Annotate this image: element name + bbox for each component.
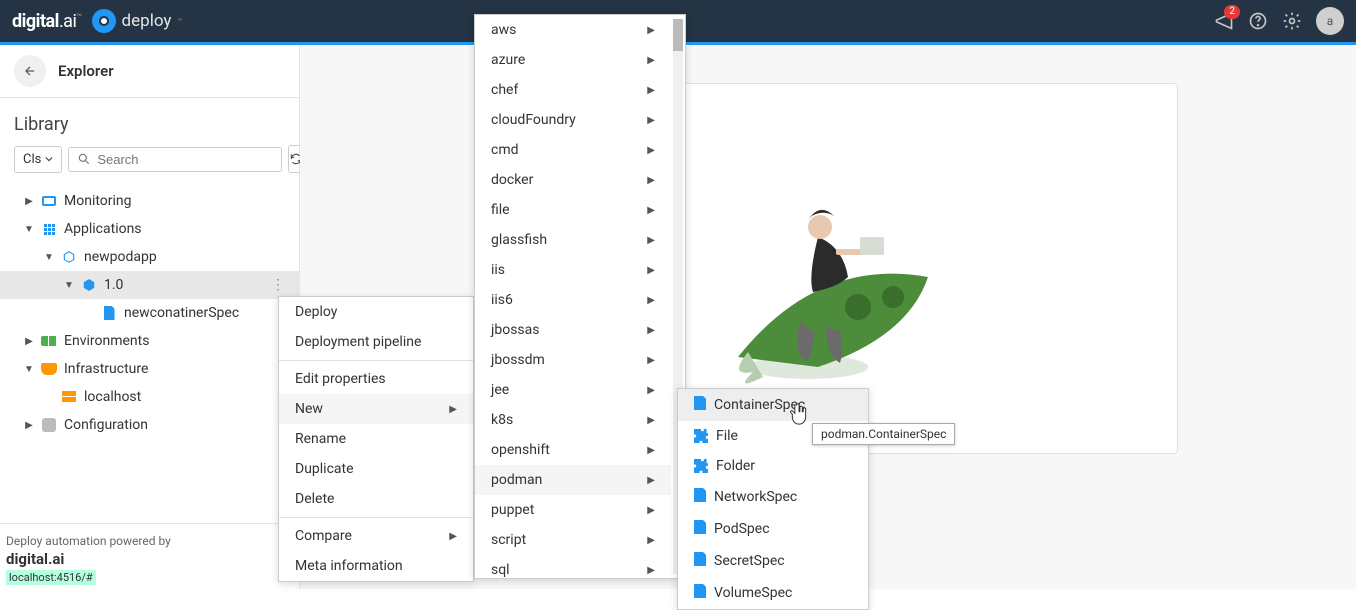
search-input[interactable] — [97, 152, 273, 167]
ctx-cat-aws[interactable]: aws▶ — [475, 15, 671, 45]
tree-node-containerspec[interactable]: newconatinerSpec — [0, 299, 299, 327]
header-right: 2 a — [1214, 7, 1344, 35]
help-icon[interactable] — [1248, 11, 1268, 31]
search-icon — [77, 152, 91, 166]
infrastructure-icon — [41, 363, 57, 375]
ctx-type-folder[interactable]: Folder — [678, 451, 868, 481]
ctx-rename[interactable]: Rename — [279, 424, 473, 454]
ctx-cat-sql[interactable]: sql▶ — [475, 555, 671, 579]
tree-node-newpodapp[interactable]: ▼ newpodapp — [0, 243, 299, 271]
tree-node-version[interactable]: ▼ 1.0 ⋮ — [0, 271, 299, 299]
header-left: digital.ai™ deploy™ — [12, 9, 182, 33]
ctx-type-secretspec[interactable]: SecretSpec — [678, 545, 868, 577]
back-button[interactable] — [14, 55, 46, 87]
search-box[interactable] — [68, 147, 282, 172]
ctx-duplicate[interactable]: Duplicate — [279, 454, 473, 484]
puzzle-icon — [694, 429, 708, 443]
ctx-delete[interactable]: Delete — [279, 484, 473, 514]
ctx-pipeline[interactable]: Deployment pipeline — [279, 327, 473, 357]
monitor-icon — [42, 196, 56, 206]
footer-brand: digital.ai — [6, 550, 293, 568]
ctx-cat-docker[interactable]: docker▶ — [475, 165, 671, 195]
more-menu-icon[interactable]: ⋮ — [271, 277, 291, 293]
ctx-type-containerspec[interactable]: ContainerSpec — [678, 389, 868, 421]
ctx-type-podspec[interactable]: PodSpec — [678, 513, 868, 545]
ctx-type-volumespec[interactable]: VolumeSpec — [678, 577, 868, 609]
brand-suffix: .ai — [59, 11, 76, 32]
tree-node-infrastructure[interactable]: ▼ Infrastructure — [0, 355, 299, 383]
ctx-cat-podman[interactable]: podman▶ — [475, 465, 671, 495]
deploy-label: deploy — [122, 11, 172, 31]
file-icon — [694, 552, 706, 570]
settings-icon[interactable] — [1282, 11, 1302, 31]
ctx-cat-script[interactable]: script▶ — [475, 525, 671, 555]
ctx-compare[interactable]: Compare▶ — [279, 521, 473, 551]
ctx-edit[interactable]: Edit properties — [279, 364, 473, 394]
scrollbar-thumb[interactable] — [673, 19, 683, 51]
ctx-cat-iis[interactable]: iis▶ — [475, 255, 671, 285]
ctx-cat-jee[interactable]: jee▶ — [475, 375, 671, 405]
sidebar: Explorer Library Cls ▶ Monitoring ▼ — [0, 45, 300, 589]
context-menu-types: ContainerSpecFileFolderNetworkSpecPodSpe… — [677, 388, 869, 610]
environments-icon — [41, 336, 57, 346]
deploy-logo: deploy™ — [92, 9, 183, 33]
ctx-cat-azure[interactable]: azure▶ — [475, 45, 671, 75]
file-icon — [694, 520, 706, 538]
ctx-cat-file[interactable]: file▶ — [475, 195, 671, 225]
status-url: localhost:4516/# — [6, 570, 96, 585]
ctx-cat-puppet[interactable]: puppet▶ — [475, 495, 671, 525]
host-icon — [62, 391, 76, 403]
notif-badge: 2 — [1224, 5, 1240, 19]
library-heading: Library — [0, 98, 299, 145]
tooltip: podman.ContainerSpec — [812, 423, 955, 445]
file-icon — [104, 306, 115, 320]
ctx-cat-openshift[interactable]: openshift▶ — [475, 435, 671, 465]
announcements-icon[interactable]: 2 — [1214, 11, 1234, 31]
ctx-cat-k8s[interactable]: k8s▶ — [475, 405, 671, 435]
tree-node-applications[interactable]: ▼ Applications — [0, 215, 299, 243]
chevron-down-icon — [45, 155, 53, 163]
user-avatar[interactable]: a — [1316, 7, 1344, 35]
ctx-cat-jbossas[interactable]: jbossas▶ — [475, 315, 671, 345]
brand-logo: digital.ai™ — [12, 11, 82, 32]
tree-node-configuration[interactable]: ▶ Configuration — [0, 411, 299, 439]
ctx-cat-cloudFoundry[interactable]: cloudFoundry▶ — [475, 105, 671, 135]
brand-main: digital — [12, 11, 59, 32]
tree-node-localhost[interactable]: localhost — [0, 383, 299, 411]
footer-text: Deploy automation powered by — [6, 534, 293, 548]
sidebar-footer: Deploy automation powered by digital.ai … — [0, 523, 299, 589]
cls-dropdown[interactable]: Cls — [14, 146, 62, 173]
ctx-new[interactable]: New▶ — [279, 394, 473, 424]
ctx-cat-chef[interactable]: chef▶ — [475, 75, 671, 105]
tree: ▶ Monitoring ▼ Applications ▼ newpodapp … — [0, 183, 299, 523]
cube-icon — [62, 250, 76, 264]
file-icon — [694, 488, 706, 506]
apps-icon — [44, 224, 55, 235]
config-icon — [42, 418, 56, 432]
sidebar-top: Explorer — [0, 45, 299, 98]
ctx-cat-iis6[interactable]: iis6▶ — [475, 285, 671, 315]
rocket-illustration — [698, 177, 958, 397]
ctx-meta[interactable]: Meta information — [279, 551, 473, 581]
ctx-cat-cmd[interactable]: cmd▶ — [475, 135, 671, 165]
ctx-cat-glassfish[interactable]: glassfish▶ — [475, 225, 671, 255]
ctx-cat-jbossdm[interactable]: jbossdm▶ — [475, 345, 671, 375]
context-menu-primary: Deploy Deployment pipeline Edit properti… — [278, 296, 474, 582]
sidebar-title: Explorer — [58, 62, 114, 80]
search-row: Cls — [0, 145, 299, 183]
context-menu-categories: aws▶azure▶chef▶cloudFoundry▶cmd▶docker▶f… — [474, 14, 686, 579]
ctx-type-networkspec[interactable]: NetworkSpec — [678, 481, 868, 513]
tree-node-monitoring[interactable]: ▶ Monitoring — [0, 187, 299, 215]
deploy-icon — [92, 9, 116, 33]
ctx-deploy[interactable]: Deploy — [279, 297, 473, 327]
file-icon — [694, 584, 706, 602]
tree-node-environments[interactable]: ▶ Environments — [0, 327, 299, 355]
puzzle-icon — [694, 459, 708, 473]
cube-icon — [82, 278, 96, 292]
file-icon — [694, 396, 706, 414]
